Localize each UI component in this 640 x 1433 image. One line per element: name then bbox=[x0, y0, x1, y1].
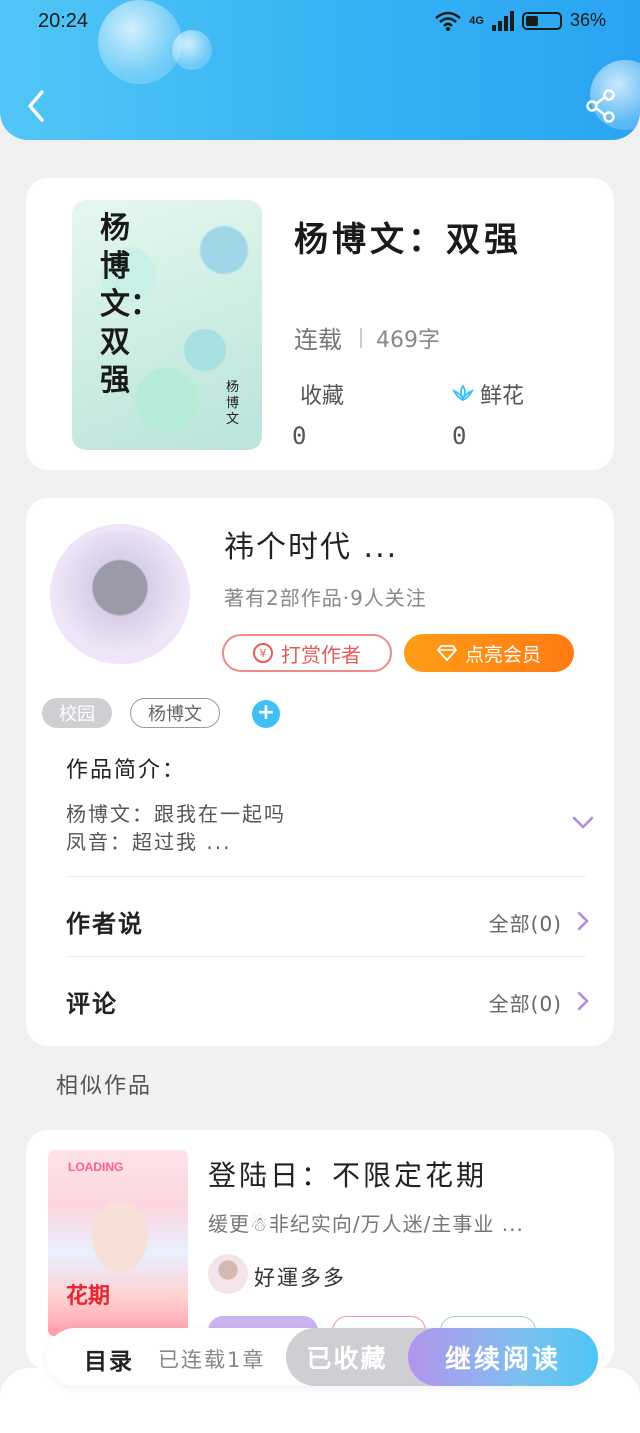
similar-work-title: 登陆日：不限定花期 bbox=[208, 1159, 488, 1192]
decor-bubble bbox=[98, 0, 182, 84]
chapter-count[interactable]: 已连载1章 bbox=[158, 1344, 265, 1374]
reward-label: 打赏作者 bbox=[281, 642, 361, 667]
back-button[interactable] bbox=[22, 88, 52, 124]
tag-campus[interactable]: 校园 bbox=[42, 698, 112, 728]
author-name[interactable]: 祎个时代 ... bbox=[224, 522, 398, 566]
divider bbox=[66, 876, 586, 877]
similar-author-avatar bbox=[208, 1254, 248, 1294]
battery-icon bbox=[521, 11, 562, 30]
continue-reading-button[interactable]: 继续阅读 bbox=[408, 1328, 598, 1386]
add-tag-button[interactable]: + bbox=[252, 700, 280, 728]
wifi-icon bbox=[435, 11, 462, 31]
share-button[interactable] bbox=[584, 88, 618, 124]
chevron-right-icon[interactable] bbox=[576, 910, 590, 932]
book-status: 连载 469字 bbox=[294, 320, 440, 355]
lotus-icon bbox=[452, 384, 474, 401]
book-cover[interactable]: 杨博文：双强 杨博文 bbox=[72, 200, 262, 450]
catalog-button[interactable]: 目录 bbox=[84, 1342, 134, 1376]
collected-label: 已收藏 bbox=[306, 1344, 388, 1373]
tag-yangbowen[interactable]: 杨博文 bbox=[130, 698, 220, 728]
intro-heading: 作品简介： bbox=[66, 758, 187, 783]
similar-work-desc: 缓更☃非纪实向/万人迷/主事业 ... bbox=[208, 1212, 524, 1236]
status-icons: 4G 36% bbox=[435, 10, 606, 31]
flowers-stat[interactable]: 鲜花 bbox=[452, 378, 524, 410]
battery-label: 36% bbox=[569, 10, 606, 30]
similar-work-cover[interactable]: LOADING 花期 bbox=[48, 1150, 188, 1336]
decor-bubble bbox=[172, 30, 212, 70]
signal-icon bbox=[491, 10, 514, 31]
cover-title: 杨博文：双强 bbox=[100, 211, 160, 398]
comments-all[interactable]: 全部(0) bbox=[489, 988, 562, 1017]
author-avatar[interactable] bbox=[56, 530, 184, 658]
diamond-icon bbox=[437, 645, 457, 661]
divider bbox=[360, 327, 362, 348]
expand-chevron-icon[interactable] bbox=[572, 816, 594, 830]
divider bbox=[66, 956, 586, 957]
vip-label: 点亮会员 bbox=[464, 643, 541, 666]
yen-icon: ¥ bbox=[253, 643, 273, 663]
cover-portrait bbox=[92, 1202, 148, 1272]
comments-label[interactable]: 评论 bbox=[66, 984, 118, 1019]
author-meta: 著有2部作品·9人关注 bbox=[224, 586, 427, 610]
cover-author: 杨博文 bbox=[226, 380, 240, 427]
chevron-right-icon[interactable] bbox=[576, 990, 590, 1012]
reward-author-button[interactable]: ¥ 打赏作者 bbox=[222, 634, 392, 672]
status-time: 20:24 bbox=[38, 10, 89, 32]
continue-reading-label: 继续阅读 bbox=[444, 1344, 561, 1375]
serial-status: 连载 bbox=[294, 326, 342, 354]
author-says-label[interactable]: 作者说 bbox=[66, 904, 144, 939]
bottom-action-bar: 目录 已连载1章 已收藏 继续阅读 bbox=[46, 1328, 598, 1386]
author-card: 祎个时代 ... 著有2部作品·9人关注 ¥ 打赏作者 点亮会员 校园 杨博文 … bbox=[26, 498, 614, 1046]
word-count: 469字 bbox=[376, 327, 440, 353]
similar-author-name: 好運多多 bbox=[254, 1266, 346, 1290]
vip-button[interactable]: 点亮会员 bbox=[404, 634, 574, 672]
network-label: 4G bbox=[469, 14, 484, 27]
flowers-value: 0 bbox=[452, 422, 467, 450]
top-header: 20:24 4G 36% bbox=[0, 0, 640, 140]
cover-script: 花期 bbox=[66, 1283, 111, 1309]
intro-text: 杨博文：跟我在一起吗 凤音：超过我 ... bbox=[66, 802, 286, 854]
author-says-all[interactable]: 全部(0) bbox=[489, 908, 562, 937]
cover-badge: LOADING bbox=[68, 1160, 124, 1174]
book-title: 杨博文：双强 bbox=[294, 220, 522, 260]
favorites-label: 收藏 bbox=[300, 384, 345, 409]
flowers-label: 鲜花 bbox=[480, 384, 525, 409]
similar-works-heading: 相似作品 bbox=[56, 1074, 153, 1099]
favorites-value: 0 bbox=[292, 422, 307, 450]
book-info-card: 杨博文：双强 杨博文 杨博文：双强 连载 469字 收藏 0 鲜花 0 bbox=[26, 178, 614, 470]
